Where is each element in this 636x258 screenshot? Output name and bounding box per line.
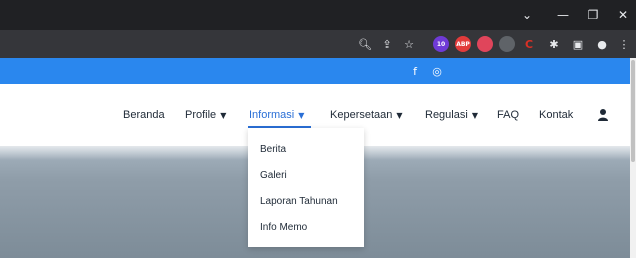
nav-label: Profile: [185, 109, 217, 121]
nav-label: FAQ: [497, 109, 520, 121]
nav-label: Kontak: [539, 109, 574, 121]
nav-beranda[interactable]: Beranda: [123, 107, 165, 123]
browser-toolbar: [0, 30, 636, 58]
extension-gray-icon[interactable]: [499, 36, 515, 52]
nav-regulasi[interactable]: Regulasi ▼: [425, 107, 478, 123]
nav-kepersetaan[interactable]: Kepersetaan ▼: [330, 107, 403, 123]
chevron-down-icon: ▼: [298, 110, 305, 120]
chevron-down-icon: ▼: [396, 110, 403, 120]
share-icon[interactable]: ⇪: [379, 36, 395, 52]
dropdown-item-info-memo[interactable]: Info Memo: [260, 219, 307, 235]
menu-icon[interactable]: ⋮: [616, 36, 632, 52]
puzzle-icon[interactable]: ✱: [546, 36, 562, 52]
nav-profile[interactable]: Profile ▼: [185, 107, 226, 123]
nav-label: Beranda: [123, 109, 165, 121]
nav-label: Regulasi: [425, 109, 468, 121]
nav-kontak[interactable]: Kontak: [539, 107, 573, 123]
extension-c-icon[interactable]: C: [521, 36, 537, 52]
profile-icon[interactable]: ●: [594, 36, 610, 52]
nav-label: Kepersetaan: [330, 109, 393, 121]
site-topbar: [0, 58, 630, 84]
scrollbar-thumb[interactable]: [631, 60, 635, 162]
dropdown-item-laporan-tahunan[interactable]: Laporan Tahunan: [260, 193, 338, 209]
user-icon[interactable]: [597, 108, 609, 122]
browser-titlebar: [0, 0, 636, 30]
chevron-down-icon: ▼: [471, 110, 478, 120]
minimize-icon[interactable]: —: [552, 5, 574, 25]
chevron-down-icon: ▼: [220, 110, 227, 120]
nav-faq[interactable]: FAQ: [497, 107, 519, 123]
extension-purple-icon[interactable]: 10: [433, 36, 449, 52]
instagram-icon[interactable]: ◎: [430, 62, 444, 80]
zoom-icon[interactable]: 🔍︎: [357, 36, 373, 52]
nav-informasi[interactable]: Informasi ▼: [249, 107, 304, 123]
dropdown-item-galeri[interactable]: Galeri: [260, 167, 287, 183]
maximize-icon[interactable]: ❐: [582, 5, 604, 25]
bookmark-star-icon[interactable]: ☆: [401, 36, 417, 52]
extension-adblock-icon[interactable]: ABP: [455, 36, 471, 52]
close-icon[interactable]: ✕: [612, 5, 634, 25]
facebook-icon[interactable]: f: [408, 62, 422, 80]
dropdown-item-berita[interactable]: Berita: [260, 141, 286, 157]
tab-search-chevron-icon[interactable]: ⌄: [516, 5, 538, 25]
nav-label: Informasi: [249, 109, 295, 121]
extension-red-icon[interactable]: [477, 36, 493, 52]
sidepanel-icon[interactable]: ▣: [570, 36, 586, 52]
